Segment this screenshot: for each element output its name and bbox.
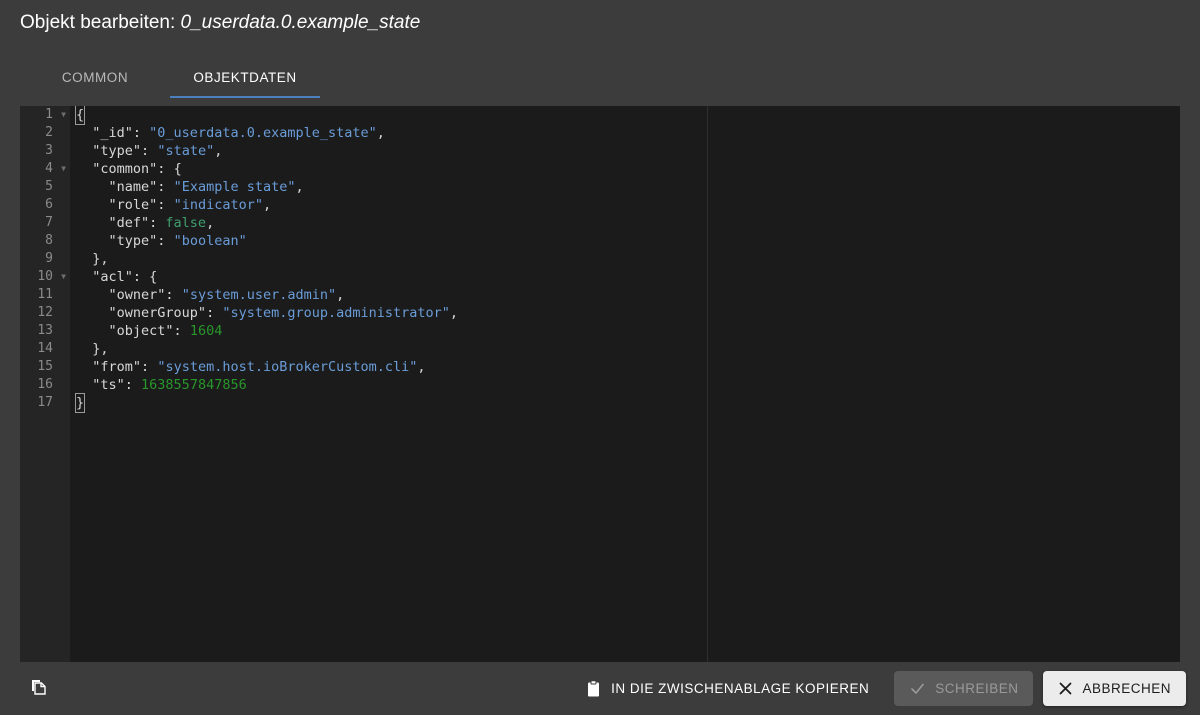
dialog-footer: IN DIE ZWISCHENABLAGE KOPIEREN SCHREIBEN… xyxy=(0,662,1200,715)
code-line-text: "role": "indicator", xyxy=(108,197,272,213)
line-number: 12 xyxy=(37,305,53,320)
check-icon xyxy=(909,680,926,697)
line-number: 15 xyxy=(37,359,53,374)
close-icon xyxy=(1058,681,1073,696)
tab-bar: COMMON OBJEKTDATEN xyxy=(20,56,320,100)
line-number: 3 xyxy=(45,143,53,158)
edit-object-dialog: Objekt bearbeiten: 0_userdata.0.example_… xyxy=(0,0,1200,715)
line-number: 8 xyxy=(45,233,53,248)
tab-objektdaten[interactable]: OBJEKTDATEN xyxy=(170,56,320,98)
code-line-text: "_id": "0_userdata.0.example_state", xyxy=(92,125,385,141)
line-number: 17 xyxy=(37,395,53,410)
line-number: 9 xyxy=(45,251,53,266)
code-line-text: "name": "Example state", xyxy=(108,179,304,195)
code-line-text: "from": "system.host.ioBrokerCustom.cli"… xyxy=(92,359,426,375)
code-line-text: "owner": "system.user.admin", xyxy=(108,287,345,303)
code-line[interactable]: 17} xyxy=(20,393,1180,413)
line-number: 7 xyxy=(45,215,53,230)
save-label: SCHREIBEN xyxy=(935,681,1019,696)
code-line[interactable]: 8 "type": "boolean" xyxy=(20,232,1180,250)
line-number: 2 xyxy=(45,125,53,140)
fold-toggle-icon[interactable]: ▼ xyxy=(59,106,68,124)
json-editor[interactable]: 1 ▼{2 "_id": "0_userdata.0.example_state"… xyxy=(20,106,1180,662)
code-line[interactable]: 14 }, xyxy=(20,340,1180,358)
code-line-text: } xyxy=(74,393,86,413)
line-number: 6 xyxy=(45,197,53,212)
clipboard-icon xyxy=(585,679,602,698)
code-line-text: "acl": { xyxy=(92,269,158,285)
line-number: 5 xyxy=(45,179,53,194)
editor-code-area[interactable]: 1 ▼{2 "_id": "0_userdata.0.example_state"… xyxy=(20,106,1180,662)
footer-left-actions xyxy=(24,675,52,703)
code-line-text: }, xyxy=(92,251,109,267)
code-line-text: "common": { xyxy=(92,161,182,177)
code-line-text: "type": "boolean" xyxy=(108,233,247,249)
line-number: 13 xyxy=(37,323,53,338)
code-line[interactable]: 6 "role": "indicator", xyxy=(20,196,1180,214)
code-line[interactable]: 4 ▼ "common": { xyxy=(20,160,1180,178)
copy-to-clipboard-label: IN DIE ZWISCHENABLAGE KOPIEREN xyxy=(611,681,870,696)
code-line[interactable]: 1 ▼{ xyxy=(20,106,1180,125)
cancel-label: ABBRECHEN xyxy=(1082,681,1171,696)
line-number: 14 xyxy=(37,341,53,356)
code-line[interactable]: 7 "def": false, xyxy=(20,214,1180,232)
code-line[interactable]: 13 "object": 1604 xyxy=(20,322,1180,340)
line-number: 11 xyxy=(37,287,53,302)
code-line[interactable]: 12 "ownerGroup": "system.group.administr… xyxy=(20,304,1180,322)
save-button[interactable]: SCHREIBEN xyxy=(894,671,1034,706)
code-line-text: "def": false, xyxy=(108,215,215,231)
code-line-text: { xyxy=(74,106,86,125)
page-title: Objekt bearbeiten: 0_userdata.0.example_… xyxy=(20,10,420,36)
line-number: 16 xyxy=(37,377,53,392)
copy-pages-icon-button[interactable] xyxy=(24,675,52,703)
page-title-object-id: 0_userdata.0.example_state xyxy=(180,12,421,33)
fold-toggle-icon[interactable]: ▼ xyxy=(59,160,68,178)
code-line[interactable]: 9 }, xyxy=(20,250,1180,268)
code-line[interactable]: 5 "name": "Example state", xyxy=(20,178,1180,196)
code-line[interactable]: 11 "owner": "system.user.admin", xyxy=(20,286,1180,304)
page-title-prefix: Objekt bearbeiten: xyxy=(20,12,176,33)
code-line[interactable]: 2 "_id": "0_userdata.0.example_state", xyxy=(20,124,1180,142)
footer-right-actions: IN DIE ZWISCHENABLAGE KOPIEREN SCHREIBEN… xyxy=(570,671,1186,706)
code-line[interactable]: 16 "ts": 1638557847856 xyxy=(20,376,1180,394)
code-line-text: "type": "state", xyxy=(92,143,223,159)
copy-pages-icon xyxy=(28,677,48,700)
code-line-text: "ownerGroup": "system.group.administrato… xyxy=(108,305,459,321)
code-line-text: }, xyxy=(92,341,109,357)
copy-to-clipboard-button[interactable]: IN DIE ZWISCHENABLAGE KOPIEREN xyxy=(570,671,884,706)
code-line[interactable]: 3 "type": "state", xyxy=(20,142,1180,160)
code-line-text: "object": 1604 xyxy=(108,323,223,339)
code-line[interactable]: 15 "from": "system.host.ioBrokerCustom.c… xyxy=(20,358,1180,376)
fold-toggle-icon[interactable]: ▼ xyxy=(59,268,68,286)
cancel-button[interactable]: ABBRECHEN xyxy=(1043,671,1186,706)
code-line-text: "ts": 1638557847856 xyxy=(92,377,247,393)
code-line[interactable]: 10 ▼ "acl": { xyxy=(20,268,1180,286)
tab-common[interactable]: COMMON xyxy=(20,56,170,98)
